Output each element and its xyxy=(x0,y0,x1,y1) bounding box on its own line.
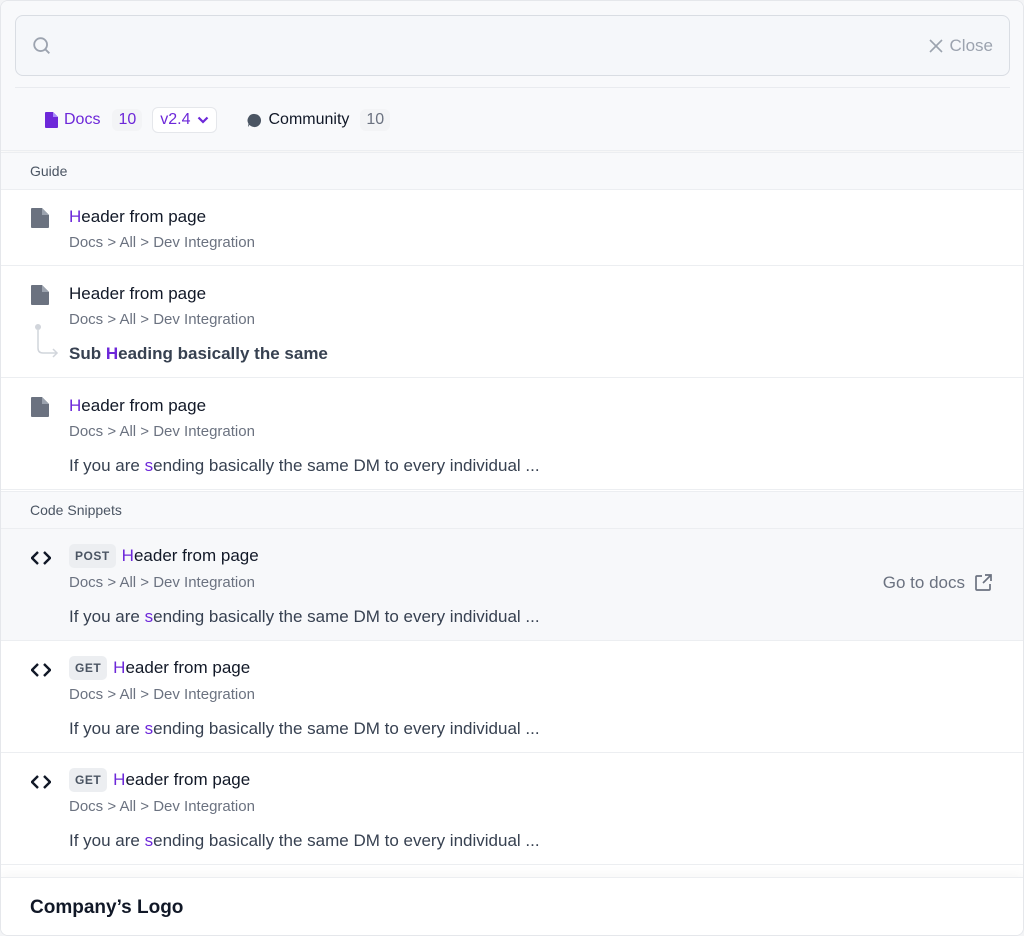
method-badge: POST xyxy=(69,544,116,568)
version-value: v2.4 xyxy=(160,111,191,128)
document-icon xyxy=(31,285,49,305)
snippet-text: ending basically the same DM to every in… xyxy=(153,831,540,850)
filter-docs[interactable]: Docs 10 xyxy=(45,109,143,131)
match-highlight: H xyxy=(113,658,126,677)
chevron-down-icon xyxy=(197,116,208,124)
title-text: eader from page xyxy=(133,546,259,565)
filter-community-count: 10 xyxy=(360,109,391,131)
result-snippet: If you are sending basically the same DM… xyxy=(69,456,540,476)
result-title: POST Header from page xyxy=(69,544,259,568)
close-button[interactable]: Close xyxy=(928,34,993,58)
list-item[interactable]: GET Header from page Docs > All > Dev In… xyxy=(1,753,1023,865)
sub-heading-connector-icon xyxy=(35,324,59,358)
list-item[interactable]: POST Header from page Docs > All > Dev I… xyxy=(1,529,1023,641)
result-path: Docs > All > Dev Integration xyxy=(69,686,255,703)
result-snippet: If you are sending basically the same DM… xyxy=(69,607,540,627)
list-item[interactable]: Header from page Docs > All > Dev Integr… xyxy=(1,266,1023,378)
snippet-text: ending basically the same DM to every in… xyxy=(153,607,540,626)
filter-docs-label: Docs xyxy=(64,111,101,128)
match-highlight: H xyxy=(69,396,82,415)
result-title: Header from page xyxy=(69,396,206,416)
result-path: Docs > All > Dev Integration xyxy=(69,574,255,591)
close-icon xyxy=(928,39,943,53)
result-title: GET Header from page xyxy=(69,656,250,680)
snippet-text: If you are xyxy=(69,456,145,475)
title-text: eader from page xyxy=(125,770,251,789)
search-modal: Close Docs 10 v2.4 Community 10 Guide H … xyxy=(0,0,1024,936)
go-to-docs-link[interactable]: Go to docs xyxy=(883,573,993,593)
match-highlight: s xyxy=(144,607,154,626)
match-highlight: H xyxy=(113,770,126,789)
list-item[interactable]: Header from page Docs > All > Dev Integr… xyxy=(1,378,1023,490)
section-guide-label: Guide xyxy=(30,163,68,179)
section-code-snippets: Code Snippets xyxy=(1,491,1023,529)
snippet-text: If you are xyxy=(69,831,145,850)
list-item[interactable]: GET Header from page Docs > All > Dev In… xyxy=(1,641,1023,753)
footer: Company’s Logo xyxy=(1,877,1023,935)
filter-docs-count: 10 xyxy=(112,109,143,131)
match-highlight: s xyxy=(144,456,154,475)
match-highlight: H xyxy=(121,546,134,565)
method-badge: GET xyxy=(69,656,108,680)
result-path: Docs > All > Dev Integration xyxy=(69,423,255,440)
filter-community[interactable]: Community 10 xyxy=(247,109,391,131)
result-snippet: If you are sending basically the same DM… xyxy=(69,719,540,739)
snippet-text: ending basically the same DM to every in… xyxy=(153,456,540,475)
go-to-docs-label: Go to docs xyxy=(882,573,965,592)
section-guide: Guide xyxy=(1,152,1023,190)
snippet-text: ending basically the same DM to every in… xyxy=(153,719,540,738)
title-text: eader from page xyxy=(81,207,207,226)
filter-community-label: Community xyxy=(268,111,350,128)
sub-text: Sub xyxy=(69,344,106,363)
match-highlight: H xyxy=(105,344,119,363)
match-highlight: s xyxy=(144,719,154,738)
code-icon xyxy=(31,663,51,677)
result-snippet: If you are sending basically the same DM… xyxy=(69,831,540,851)
list-item[interactable]: Header from page Docs > All > Dev Integr… xyxy=(1,190,1023,266)
snippet-text: If you are xyxy=(69,607,145,626)
snippet-text: If you are xyxy=(69,719,145,738)
version-select[interactable]: v2.4 xyxy=(152,107,217,133)
company-logo: Company’s Logo xyxy=(30,897,184,918)
sub-text: eading basically the same xyxy=(118,344,328,363)
section-code-label: Code Snippets xyxy=(30,502,122,518)
result-path: Docs > All > Dev Integration xyxy=(69,311,255,328)
code-icon xyxy=(31,775,51,789)
result-sub-heading: Sub Heading basically the same xyxy=(69,344,328,364)
document-icon xyxy=(31,397,49,417)
document-icon xyxy=(45,112,58,128)
search-input[interactable] xyxy=(60,30,860,62)
result-title: Header from page xyxy=(69,284,207,303)
result-title: Header from page xyxy=(69,207,206,227)
title-text: eader from page xyxy=(125,658,251,677)
match-highlight: H xyxy=(69,207,82,226)
external-link-icon xyxy=(975,574,992,591)
search-icon xyxy=(33,37,50,54)
method-badge: GET xyxy=(69,768,108,792)
filter-row: Docs 10 v2.4 Community 10 xyxy=(45,105,391,135)
code-icon xyxy=(31,551,51,565)
match-highlight: s xyxy=(144,831,154,850)
result-title: GET Header from page xyxy=(69,768,250,792)
chat-bubble-icon xyxy=(247,113,261,127)
title-text: eader from page xyxy=(81,396,207,415)
search-header: Close Docs 10 v2.4 Community 10 xyxy=(1,1,1023,151)
result-path: Docs > All > Dev Integration xyxy=(69,798,255,815)
document-icon xyxy=(31,208,49,228)
header-divider xyxy=(15,87,1010,88)
search-box[interactable]: Close xyxy=(15,15,1010,76)
close-label: Close xyxy=(949,36,993,55)
result-path: Docs > All > Dev Integration xyxy=(69,234,255,251)
